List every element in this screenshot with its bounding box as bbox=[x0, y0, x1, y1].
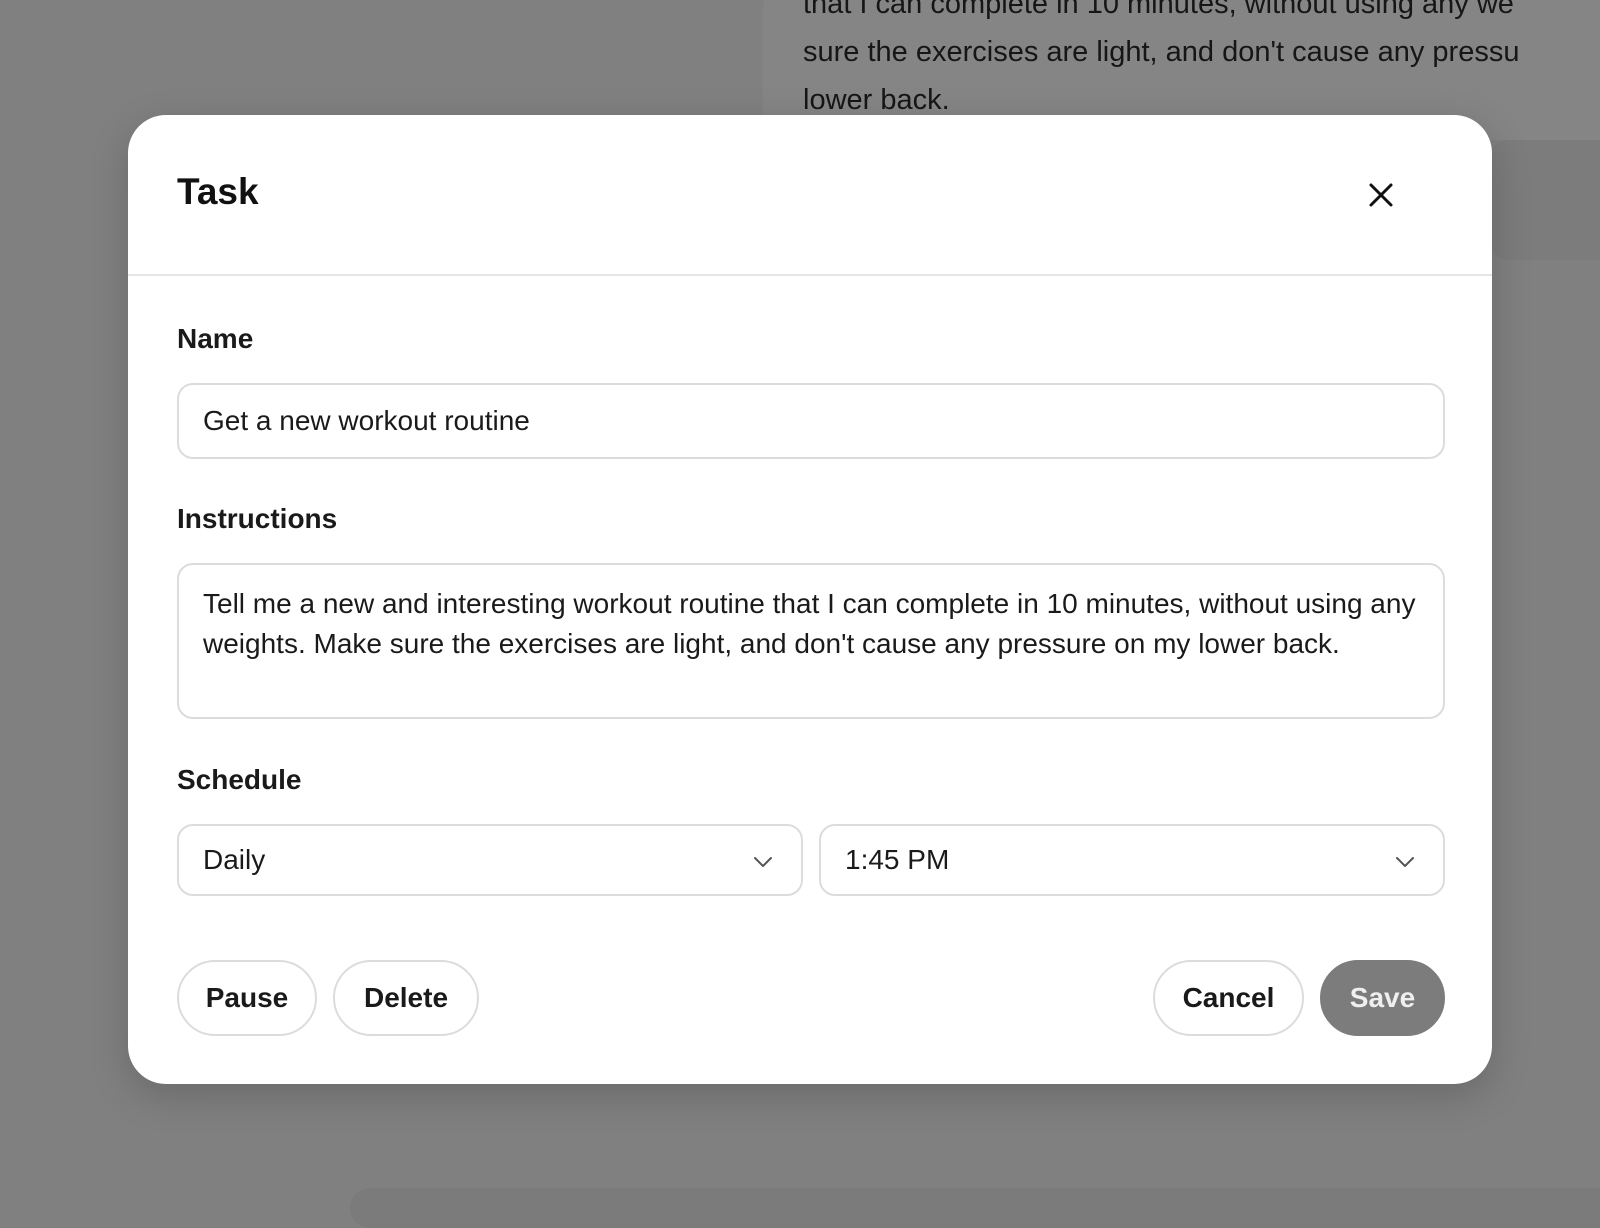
save-button[interactable]: Save bbox=[1320, 960, 1445, 1036]
time-select[interactable]: 1:45 PM bbox=[819, 824, 1445, 896]
cancel-button[interactable]: Cancel bbox=[1153, 960, 1304, 1036]
frequency-value: Daily bbox=[203, 844, 266, 875]
background-input-bar bbox=[350, 1188, 1600, 1228]
chevron-down-icon bbox=[1396, 857, 1414, 867]
delete-button[interactable]: Delete bbox=[333, 960, 479, 1036]
name-input-value: Get a new workout routine bbox=[203, 405, 530, 436]
instructions-value: Tell me a new and interesting workout ro… bbox=[203, 588, 1416, 659]
close-icon bbox=[1369, 183, 1393, 207]
name-label: Name bbox=[177, 323, 254, 354]
dialog-title: Task bbox=[177, 171, 259, 212]
close-button[interactable] bbox=[1353, 167, 1409, 223]
task-dialog: Task Name Get a new workout routine Inst… bbox=[128, 115, 1492, 1084]
background-message-text: that I can complete in 10 minutes, witho… bbox=[803, 0, 1520, 116]
background-panel bbox=[1490, 140, 1600, 260]
pause-button[interactable]: Pause bbox=[177, 960, 317, 1036]
frequency-select[interactable]: Daily bbox=[177, 824, 803, 896]
dialog-header: Task bbox=[128, 115, 1492, 276]
name-input[interactable]: Get a new workout routine bbox=[177, 383, 1445, 459]
schedule-label: Schedule bbox=[177, 764, 302, 795]
chevron-down-icon bbox=[754, 857, 772, 867]
time-value: 1:45 PM bbox=[845, 844, 950, 875]
instructions-label: Instructions bbox=[177, 503, 338, 534]
instructions-textarea[interactable]: Tell me a new and interesting workout ro… bbox=[177, 563, 1445, 719]
